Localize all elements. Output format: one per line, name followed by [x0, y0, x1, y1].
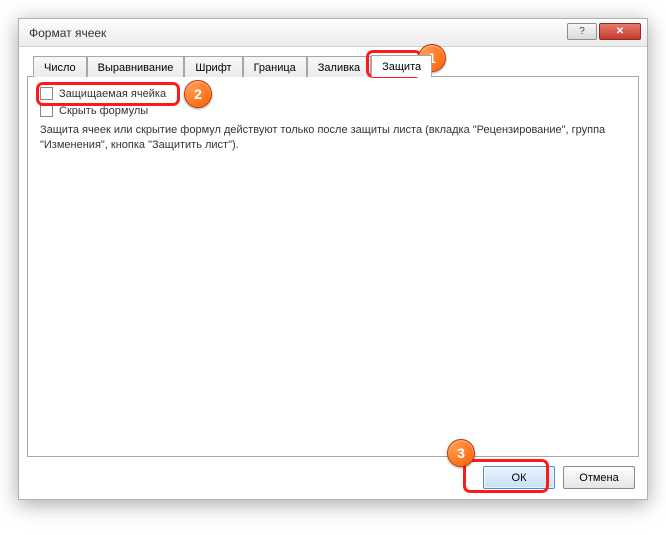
format-cells-dialog: Формат ячеек ? ✕ Число Выравнивание Шриф… [18, 18, 648, 500]
tab-protection[interactable]: Защита [371, 55, 432, 77]
client-area: Число Выравнивание Шрифт Граница Заливка… [27, 55, 639, 457]
hide-formulas-checkbox[interactable] [40, 104, 53, 117]
tabstrip: Число Выравнивание Шрифт Граница Заливка… [27, 55, 639, 77]
tab-font[interactable]: Шрифт [184, 56, 242, 77]
dialog-footer: ОК Отмена [483, 466, 635, 489]
window-controls: ? ✕ [567, 23, 641, 40]
cancel-button[interactable]: Отмена [563, 466, 635, 489]
locked-cell-label: Защищаемая ячейка [59, 88, 166, 100]
tab-alignment[interactable]: Выравнивание [87, 56, 185, 77]
tab-border[interactable]: Граница [243, 56, 307, 77]
hide-formulas-label: Скрыть формулы [59, 105, 148, 117]
protection-pane: Защищаемая ячейка Скрыть формулы Защита … [27, 77, 639, 457]
ok-button[interactable]: ОК [483, 466, 555, 489]
tab-fill[interactable]: Заливка [307, 56, 371, 77]
close-button[interactable]: ✕ [599, 23, 641, 40]
protection-description: Защита ячеек или скрытие формул действую… [40, 123, 626, 153]
locked-cell-row: Защищаемая ячейка [40, 87, 626, 100]
locked-cell-checkbox[interactable] [40, 87, 53, 100]
hide-formulas-row: Скрыть формулы [40, 104, 626, 117]
titlebar: Формат ячеек ? ✕ [19, 19, 647, 47]
window-title: Формат ячеек [29, 26, 106, 40]
help-button[interactable]: ? [567, 23, 597, 40]
tab-number[interactable]: Число [33, 56, 87, 77]
